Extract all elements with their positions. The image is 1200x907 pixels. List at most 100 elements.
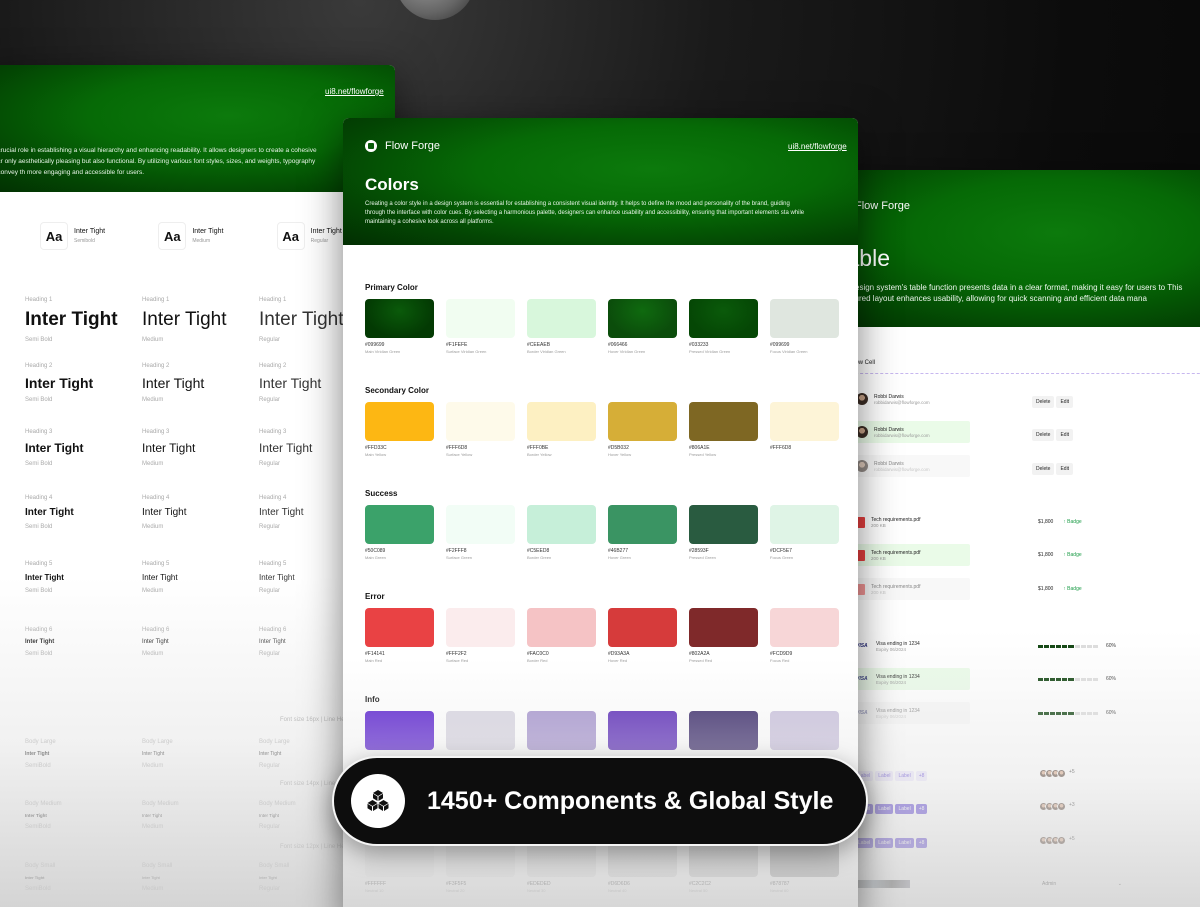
color-swatch[interactable]: #F1FEFE Surface Viridian Green xyxy=(446,299,515,354)
progress-segment xyxy=(1056,711,1062,715)
color-swatch[interactable]: #F14141 Main Red xyxy=(365,608,434,663)
color-swatch[interactable]: #FFF6D8 xyxy=(770,402,839,457)
progress-bar xyxy=(1038,677,1098,681)
color-swatch[interactable]: #D93A3A Hover Red xyxy=(608,608,677,663)
swatch-name: Pressed Green xyxy=(689,555,716,560)
edit-button[interactable]: Edit xyxy=(1056,396,1074,408)
table-row[interactable]: Robbi Darwis robbidarwis@flowforge.com De… xyxy=(848,455,1075,477)
swatch-color xyxy=(608,711,677,750)
swatch-hex: #099699 xyxy=(365,342,385,348)
color-swatch[interactable]: #FFF6D8 Surface Yellow xyxy=(446,402,515,457)
brand: Flow Forge xyxy=(835,200,1195,212)
color-swatch[interactable] xyxy=(608,711,677,754)
color-swatch[interactable]: #066466 Hover Viridian Green xyxy=(608,299,677,354)
color-swatch[interactable]: #C2C2C2 Neutral 50 xyxy=(689,838,758,893)
progress-cell: 60% xyxy=(1038,676,1116,682)
color-swatch[interactable]: #FFD33C Main Yellow xyxy=(365,402,434,457)
color-swatch[interactable]: #802A2A Pressed Red xyxy=(689,608,758,663)
color-swatch[interactable]: #FAC0C0 Border Red xyxy=(527,608,596,663)
edit-button[interactable]: Edit xyxy=(1056,429,1074,441)
table-row[interactable]: VISA Visa ending in 1234 Expiry 06/2024 60… xyxy=(848,668,1116,690)
card-expiry: Expiry 06/2024 xyxy=(876,679,907,685)
delete-button[interactable]: Delete xyxy=(1032,396,1055,408)
color-swatch[interactable]: #099699 Focus Viridian Green xyxy=(770,299,839,354)
typography-link[interactable]: ui8.net/flowforge xyxy=(325,87,384,96)
swatch-name: Main Viridian Green xyxy=(365,349,401,354)
table-row[interactable]: LabelLabelLabel+8 +3 xyxy=(855,797,1075,815)
color-swatch[interactable]: #28593F Pressed Green xyxy=(689,505,758,560)
color-swatch[interactable]: #F2FFF8 Surface Green xyxy=(446,505,515,560)
table-row[interactable]: VISA Visa ending in 1234 Expiry 06/2024 60… xyxy=(848,635,1116,657)
card-cell[interactable]: VISA Visa ending in 1234 Expiry 06/2024 xyxy=(848,668,970,690)
color-swatch[interactable]: #FFFFFF Neutral 10 xyxy=(365,838,434,893)
swatch-hex: #FAC0C0 xyxy=(527,651,549,657)
table-row[interactable]: Tech requirements.pdf 200 KB $1,800 ↑ Badg… xyxy=(848,578,1082,600)
color-swatch[interactable]: #46B277 Hover Green xyxy=(608,505,677,560)
table-row[interactable]: Label Label Label +8 +5 xyxy=(855,831,1075,849)
color-swatch[interactable] xyxy=(446,711,515,754)
heading-caption: Heading 6 xyxy=(142,627,170,633)
swatch-color xyxy=(527,711,596,750)
user-email: robbidarwis@flowforge.com xyxy=(874,432,930,438)
weight-caption: Semi Bold xyxy=(25,588,53,594)
swatch-hex: #FFF6D8 xyxy=(446,445,468,451)
color-swatch[interactable]: #099699 Main Viridian Green xyxy=(365,299,434,354)
swatch-hex: #878787 xyxy=(770,881,790,887)
color-swatch[interactable]: #033233 Pressed Viridian Green xyxy=(689,299,758,354)
table-row[interactable]: Label Label Label +8 +5 xyxy=(855,764,1075,782)
card-cell[interactable]: VISA Visa ending in 1234 Expiry 06/2024 xyxy=(848,635,970,657)
color-swatch[interactable]: #878787 Neutral 60 xyxy=(770,838,839,893)
color-swatch[interactable] xyxy=(689,711,758,754)
color-swatch[interactable]: #FCD9D9 Focus Red xyxy=(770,608,839,663)
file-cell[interactable]: Tech requirements.pdf 200 KB xyxy=(848,544,970,566)
heading-sample: Inter Tight xyxy=(25,639,55,645)
delete-button[interactable]: Delete xyxy=(1032,429,1055,441)
color-swatch[interactable] xyxy=(365,711,434,754)
color-swatch[interactable]: #D5B032 Hover Yellow xyxy=(608,402,677,457)
edit-button[interactable]: Edit xyxy=(1056,463,1074,475)
file-cell[interactable]: Tech requirements.pdf 200 KB xyxy=(848,578,970,600)
table-row[interactable]: Robbi Darwis robbidarwis@flowforge.com De… xyxy=(848,421,1075,443)
table-row[interactable]: Admin ⌄ xyxy=(855,880,1122,888)
color-swatch[interactable]: #806A1E Pressed Yellow xyxy=(689,402,758,457)
role-select[interactable]: Admin ⌄ xyxy=(1042,881,1122,887)
body-caption: Body Small xyxy=(25,863,56,869)
color-swatch[interactable]: #FFF0BE Border Yellow xyxy=(527,402,596,457)
swatch-color xyxy=(527,608,596,647)
swatch-hex: #033233 xyxy=(689,342,709,348)
swatch-hex: #FFF6D8 xyxy=(770,445,792,451)
color-swatch[interactable]: #EDEDED Neutral 30 xyxy=(527,838,596,893)
color-swatch[interactable] xyxy=(770,711,839,754)
heading-caption: Heading 4 xyxy=(142,495,170,501)
label-tag: Label xyxy=(875,838,894,848)
user-cell[interactable]: Robbi Darwis robbidarwis@flowforge.com xyxy=(848,455,970,477)
body-caption: Body Small xyxy=(142,863,173,869)
color-swatch[interactable]: #CEEAEB Border Viridian Green xyxy=(527,299,596,354)
color-swatch[interactable]: #D6D6D6 Neutral 40 xyxy=(608,838,677,893)
color-swatch[interactable]: #FFF2F2 Surface Red xyxy=(446,608,515,663)
table-row[interactable]: Tech requirements.pdf 200 KB $1,800 ↑ Badg… xyxy=(848,544,1082,566)
swatch-hex: #F1FEFE xyxy=(446,342,468,348)
colors-link[interactable]: ui8.net/flowforge xyxy=(788,142,847,151)
table-row[interactable]: Robbi Darwis robbidarwis@flowforge.com De… xyxy=(848,388,1075,410)
color-swatch[interactable]: #50C089 Main Green xyxy=(365,505,434,560)
card-cell[interactable]: VISA Visa ending in 1234 Expiry 06/2024 xyxy=(848,702,970,724)
file-cell[interactable]: Tech requirements.pdf 200 KB xyxy=(848,511,970,533)
swatch-hex: #FFF0BE xyxy=(527,445,549,451)
color-swatch[interactable] xyxy=(527,711,596,754)
role-value: Admin xyxy=(1042,881,1057,887)
delete-button[interactable]: Delete xyxy=(1032,463,1055,475)
weight-caption: Semi Bold xyxy=(25,461,53,467)
table-row[interactable]: Tech requirements.pdf 200 KB $1,800 ↑ Badg… xyxy=(848,511,1082,533)
progress-segment xyxy=(1056,677,1062,681)
color-swatch[interactable]: #F3F5F5 Neutral 20 xyxy=(446,838,515,893)
user-cell[interactable]: Robbi Darwis robbidarwis@flowforge.com xyxy=(848,388,970,410)
progress-segment xyxy=(1074,644,1080,648)
user-cell[interactable]: Robbi Darwis robbidarwis@flowforge.com xyxy=(848,421,970,443)
progress-segment xyxy=(1062,644,1068,648)
table-row[interactable]: VISA Visa ending in 1234 Expiry 06/2024 60… xyxy=(848,702,1116,724)
color-swatch[interactable]: #DCF5E7 Focus Green xyxy=(770,505,839,560)
progress-segment xyxy=(1050,644,1056,648)
swatch-color xyxy=(770,299,839,338)
color-swatch[interactable]: #C5EED8 Border Green xyxy=(527,505,596,560)
